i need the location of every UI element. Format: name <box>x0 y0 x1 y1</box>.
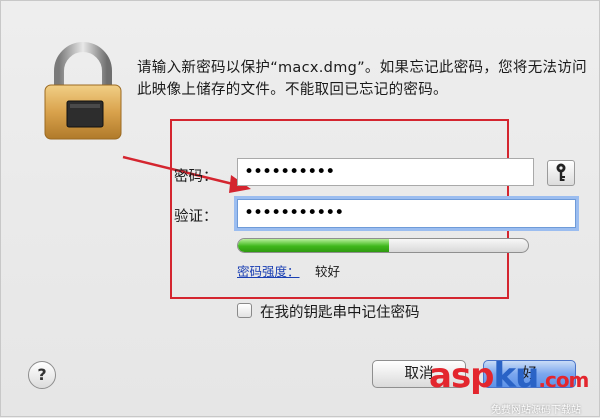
password-label: 密码： <box>174 169 218 185</box>
password-strength-value: 较好 <box>315 264 341 279</box>
verify-field[interactable]: ••••••••••• <box>237 199 576 228</box>
watermark-brand: aspku.com <box>429 356 589 396</box>
help-button[interactable]: ? <box>28 361 56 389</box>
lock-icon <box>44 42 122 140</box>
verify-label: 验证： <box>174 209 218 225</box>
dialog-message: 请输入新密码以保护“macx.dmg”。如果忘记此密码，您将无法访问此映像上储存… <box>137 60 587 98</box>
password-assistant-button[interactable] <box>547 160 575 186</box>
strength-meter-fill <box>238 239 389 252</box>
remember-in-keychain-label[interactable]: 在我的钥匙串中记住密码 <box>260 301 420 322</box>
key-icon <box>556 163 566 181</box>
watermark-logo: aspku.com 免费网站源码下载站 <box>421 356 600 418</box>
password-strength-meter <box>237 238 529 253</box>
remember-in-keychain-checkbox[interactable] <box>237 303 252 318</box>
watermark-subtitle: 免费网站源码下载站 <box>491 405 581 416</box>
password-strength-link[interactable]: 密码强度： <box>237 261 300 280</box>
password-dialog: 请输入新密码以保护“macx.dmg”。如果忘记此密码，您将无法访问此映像上储存… <box>0 0 600 417</box>
password-field[interactable]: •••••••••• <box>237 158 534 186</box>
